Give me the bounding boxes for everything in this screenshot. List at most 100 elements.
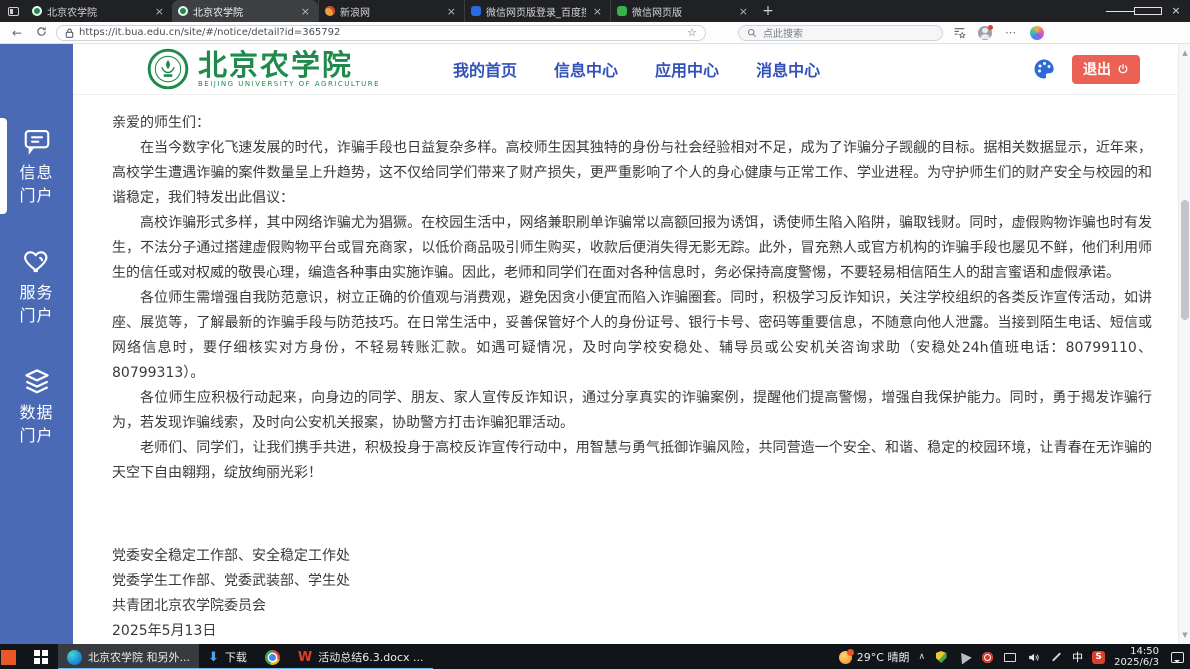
nav-app-center[interactable]: 应用中心 (655, 57, 719, 81)
browser-tab-5[interactable]: 微信网页版 × (610, 0, 756, 22)
tab-search-icon[interactable] (0, 0, 26, 22)
chrome-icon (265, 650, 280, 665)
window-close-button[interactable]: × (1162, 0, 1190, 22)
utility-fan-icon[interactable] (957, 650, 971, 664)
ime-indicator[interactable]: 中 (1072, 649, 1083, 665)
edge-icon (67, 650, 82, 665)
window-controls: × (1106, 0, 1190, 22)
sidebar-label: 门户 (19, 185, 53, 206)
action-center-icon[interactable] (1171, 652, 1184, 663)
search-icon (747, 28, 757, 38)
start-button[interactable] (24, 644, 58, 669)
tray-expand-chevron-icon[interactable]: ∧ (918, 652, 925, 662)
network-monitor-icon[interactable] (1003, 650, 1017, 664)
bua-favicon-icon (178, 6, 188, 16)
tab-close-icon[interactable]: × (737, 5, 750, 18)
wechat-favicon-icon (617, 6, 627, 16)
tab-close-icon[interactable]: × (299, 5, 312, 18)
university-logo[interactable]: 北京农学院 BEIJING UNIVERSITY OF AGRICULTURE (147, 48, 380, 90)
vertical-scrollbar[interactable]: ▲ ▼ (1178, 44, 1190, 644)
scroll-down-arrow-icon[interactable]: ▼ (1179, 628, 1190, 642)
browser-tab-1[interactable]: 北京农学院 × (26, 0, 172, 22)
sina-favicon-icon (325, 6, 335, 16)
scroll-up-arrow-icon[interactable]: ▲ (1179, 46, 1190, 60)
taskbar-item-edge[interactable]: 北京农学院 和另外... (58, 644, 199, 669)
notice-content: 亲爱的师生们： 在当今数字化飞速发展的时代，诈骗手段也日益复杂多样。高校师生因其… (73, 95, 1190, 644)
notice-paragraph: 老师们、同学们，让我们携手共进，积极投身于高校反诈宣传行动中，用智慧与勇气抵御诈… (112, 436, 1152, 486)
alert-red-circle-icon[interactable] (980, 650, 994, 664)
bookmark-star-icon[interactable]: ☆ (687, 26, 697, 39)
logo-chinese-name: 北京农学院 (198, 50, 380, 80)
antivirus-shield-icon[interactable] (934, 650, 948, 664)
taskbar-item-label: 北京农学院 和另外... (88, 649, 190, 665)
lock-icon (65, 28, 74, 38)
new-tab-button[interactable]: + (756, 0, 780, 22)
sidebar-label: 信息 (19, 162, 53, 183)
taskbar-clock[interactable]: 14:50 2025/6/3 (1114, 646, 1159, 669)
logout-label: 退出 (1083, 59, 1111, 79)
logout-button[interactable]: 退出 (1072, 55, 1140, 84)
browser-tab-strip: 北京农学院 × 北京农学院 × 新浪网 × 微信网页版登录_百度搜索 × 微信网… (0, 0, 1190, 22)
main-nav: 我的首页 信息中心 应用中心 消息中心 (453, 57, 820, 81)
taskbar-item-label: 下载 (225, 649, 247, 665)
sidebar-item-info-portal[interactable]: 信息 门户 (0, 126, 73, 206)
taskbar-item-wps-doc[interactable]: W 活动总结6.3.docx ... (289, 644, 433, 669)
page-viewport: 信息 门户 服务 门户 数据 门户 (0, 44, 1190, 644)
tab-title: 微信网页版 (632, 4, 732, 19)
browser-tab-2-active[interactable]: 北京农学院 × (172, 0, 318, 22)
back-button[interactable]: ← (8, 26, 26, 40)
tab-close-icon[interactable]: × (591, 5, 604, 18)
sogou-input-icon[interactable]: S (1092, 651, 1105, 664)
heart-icon (22, 246, 52, 276)
signature-line: 共青团北京农学院委员会 (112, 594, 1152, 619)
tab-close-icon[interactable]: × (445, 5, 458, 18)
tab-close-icon[interactable]: × (153, 5, 166, 18)
active-indicator (0, 118, 7, 214)
notice-paragraph: 高校诈骗形式多样，其中网络诈骗尤为猖獗。在校园生活中，网络兼职刷单诈骗常以高额回… (112, 211, 1152, 286)
weather-text: 29°C 晴朗 (857, 649, 910, 665)
windows-logo-icon (34, 650, 48, 664)
nav-info-center[interactable]: 信息中心 (554, 57, 618, 81)
clock-time: 14:50 (1114, 646, 1159, 658)
theme-palette-icon[interactable] (1032, 57, 1056, 81)
nav-my-home[interactable]: 我的首页 (453, 57, 517, 81)
search-box[interactable]: 点此搜索 (738, 25, 943, 41)
layers-icon (22, 366, 52, 396)
usb-pen-icon[interactable] (1049, 650, 1063, 664)
scrollbar-thumb[interactable] (1181, 200, 1189, 320)
taskbar-item-chrome[interactable] (256, 644, 289, 669)
browser-tab-3[interactable]: 新浪网 × (318, 0, 464, 22)
university-emblem-icon (147, 48, 189, 90)
clock-date: 2025/6/3 (1114, 657, 1159, 669)
volume-icon[interactable] (1026, 650, 1040, 664)
profile-avatar[interactable] (975, 26, 995, 40)
browser-menu-icon[interactable]: ⋯ (1001, 26, 1021, 39)
sidebar-item-data-portal[interactable]: 数据 门户 (0, 366, 73, 446)
address-bar[interactable]: https://it.bua.edu.cn/site/#/notice/deta… (56, 25, 706, 41)
portal-page: 北京农学院 BEIJING UNIVERSITY OF AGRICULTURE … (73, 44, 1190, 644)
notice-salutation: 亲爱的师生们： (112, 111, 1152, 136)
search-placeholder: 点此搜索 (763, 25, 803, 40)
sidebar-label: 数据 (19, 402, 53, 423)
weather-widget[interactable]: 29°C 晴朗 (839, 649, 910, 665)
site-header: 北京农学院 BEIJING UNIVERSITY OF AGRICULTURE … (73, 44, 1190, 95)
sidebar-item-service-portal[interactable]: 服务 门户 (0, 246, 73, 326)
browser-tab-4[interactable]: 微信网页版登录_百度搜索 × (464, 0, 610, 22)
header-right: 退出 (1032, 55, 1190, 84)
copilot-icon[interactable] (1027, 26, 1047, 40)
notice-date: 2025年5月13日 (112, 619, 1152, 644)
message-icon (22, 126, 52, 156)
signature-block: 党委安全稳定工作部、安全稳定工作处 党委学生工作部、党委武装部、学生处 共青团北… (112, 544, 1152, 644)
nav-message-center[interactable]: 消息中心 (756, 57, 820, 81)
taskbar-item-downloads[interactable]: ⬇ 下载 (199, 644, 256, 669)
favorites-icon[interactable] (949, 26, 969, 39)
taskbar-corner-icon[interactable] (1, 650, 16, 665)
window-restore-button[interactable] (1134, 0, 1162, 22)
windows-taskbar: 北京农学院 和另外... ⬇ 下载 W 活动总结6.3.docx ... 29°… (0, 644, 1190, 669)
signature-line: 党委学生工作部、党委武装部、学生处 (112, 569, 1152, 594)
refresh-button[interactable] (32, 26, 50, 40)
portal-sidebar: 信息 门户 服务 门户 数据 门户 (0, 44, 73, 644)
sidebar-label: 门户 (19, 425, 53, 446)
browser-toolbar: ← https://it.bua.edu.cn/site/#/notice/de… (0, 22, 1190, 44)
window-minimize-button[interactable] (1106, 0, 1134, 22)
